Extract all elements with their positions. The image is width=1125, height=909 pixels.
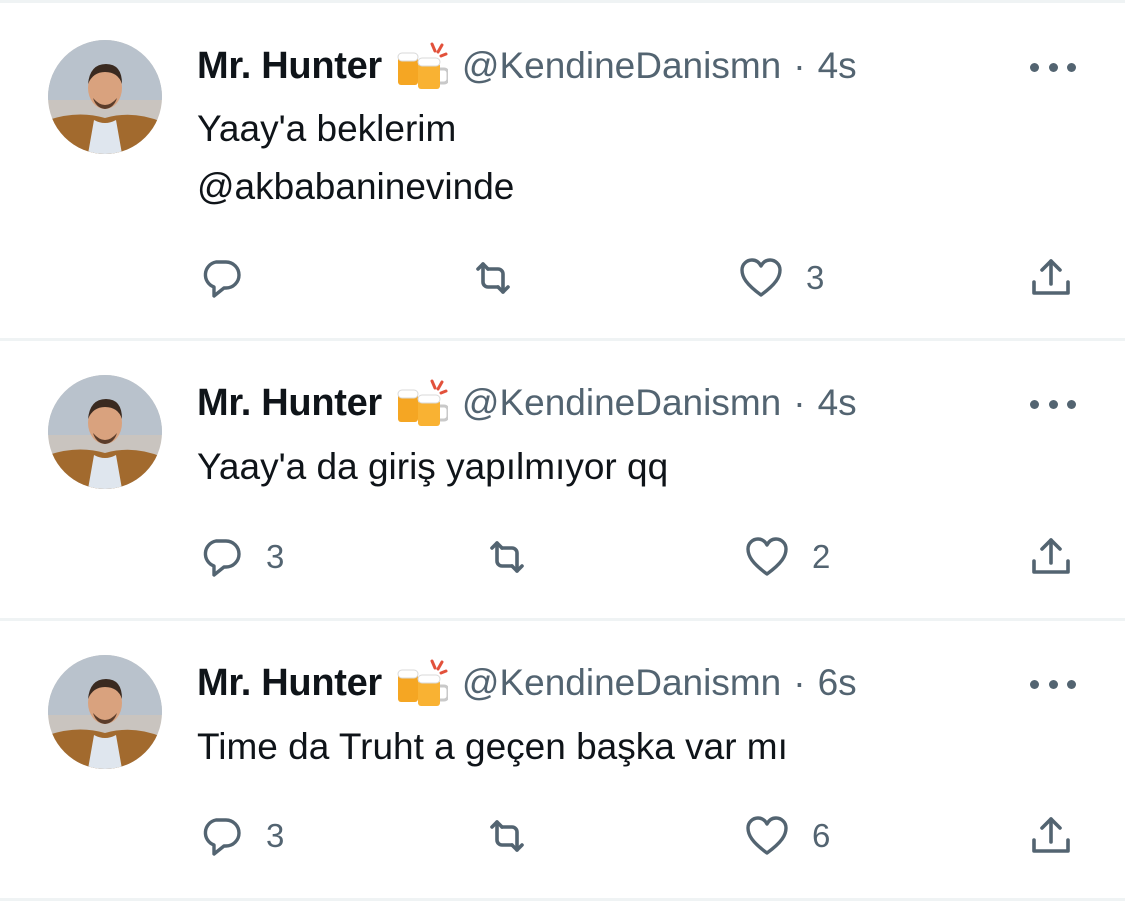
reply-icon (203, 260, 241, 298)
reply-count: 3 (266, 538, 285, 575)
more-icon[interactable] (1030, 389, 1076, 419)
more-icon[interactable] (1030, 52, 1076, 82)
reply-button[interactable] (196, 253, 266, 303)
beer-mugs-emoji-icon (396, 42, 448, 91)
author-name[interactable]: Mr. Hunter (197, 662, 382, 705)
avatar[interactable] (48, 40, 162, 154)
timestamp[interactable]: 4s (818, 382, 857, 424)
heart-icon (746, 816, 788, 855)
like-button[interactable]: 3 (736, 253, 824, 303)
share-button[interactable] (1026, 253, 1076, 303)
more-icon[interactable] (1030, 669, 1076, 699)
reply-icon (203, 539, 241, 577)
beer-mugs-emoji-icon (396, 379, 448, 428)
like-count: 3 (806, 259, 825, 296)
tweet-text-line: Yaay'a beklerim (197, 108, 457, 149)
separator: · (793, 662, 806, 703)
retweet-button[interactable] (482, 811, 552, 861)
tweet[interactable]: Mr. Hunter @KendineDanismn · 4s Yaay'a b… (0, 0, 1125, 340)
separator: · (793, 382, 806, 423)
share-icon (1032, 259, 1070, 295)
retweet-button[interactable] (482, 532, 552, 582)
tweet-text-mention[interactable]: @akbabaninevinde (197, 158, 514, 216)
share-button[interactable] (1026, 532, 1076, 582)
reply-button[interactable]: 3 (196, 811, 284, 861)
timestamp[interactable]: 4s (818, 45, 857, 87)
share-icon (1032, 538, 1070, 574)
tweet[interactable]: Mr. Hunter @KendineDanismn · 6s Time da … (0, 621, 1125, 899)
tweet-header: Mr. Hunter @KendineDanismn · 4s (197, 378, 857, 428)
retweet-button[interactable] (468, 253, 538, 303)
tweet-header: Mr. Hunter @KendineDanismn · 4s (197, 41, 857, 91)
tweet-header: Mr. Hunter @KendineDanismn · 6s (197, 658, 857, 708)
share-icon (1032, 817, 1070, 853)
author-name[interactable]: Mr. Hunter (197, 45, 382, 88)
avatar[interactable] (48, 375, 162, 489)
share-button[interactable] (1026, 811, 1076, 861)
retweet-icon (476, 262, 510, 294)
separator: · (793, 45, 806, 86)
author-handle[interactable]: @KendineDanismn (462, 382, 781, 424)
reply-icon (203, 818, 241, 856)
reply-button[interactable]: 3 (196, 532, 284, 582)
tweet-text-line: Yaay'a da giriş yapılmıyor qq (197, 446, 669, 487)
avatar[interactable] (48, 655, 162, 769)
author-handle[interactable]: @KendineDanismn (462, 662, 781, 704)
heart-icon (746, 537, 788, 576)
tweet-text-line: Time da Truht a geçen başka var mı (197, 726, 788, 767)
bottom-divider (0, 898, 1125, 901)
retweet-icon (490, 541, 524, 573)
author-handle[interactable]: @KendineDanismn (462, 45, 781, 87)
reply-count: 3 (266, 817, 285, 854)
beer-mugs-emoji-icon (396, 659, 448, 708)
like-count: 2 (812, 538, 831, 575)
retweet-icon (490, 820, 524, 852)
like-count: 6 (812, 817, 831, 854)
heart-icon (740, 258, 782, 297)
like-button[interactable]: 2 (742, 532, 830, 582)
timestamp[interactable]: 6s (818, 662, 857, 704)
author-name[interactable]: Mr. Hunter (197, 382, 382, 425)
like-button[interactable]: 6 (742, 811, 830, 861)
tweet[interactable]: Mr. Hunter @KendineDanismn · 4s Yaay'a d… (0, 341, 1125, 619)
